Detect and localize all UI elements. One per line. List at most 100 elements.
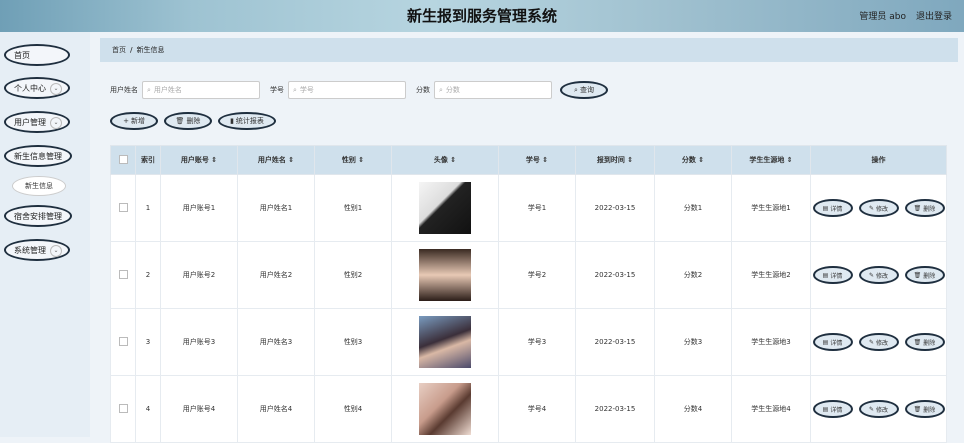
select-all-cell[interactable] [110, 145, 136, 175]
sort-icon: ⇕ [358, 156, 365, 164]
row-index: 1 [135, 174, 161, 242]
column-header-label: 头像 [433, 156, 448, 164]
column-header[interactable]: 用户账号 ⇕ [160, 145, 238, 175]
sidebar-item-personal-center[interactable]: 个人中心 ⌄ [4, 77, 70, 99]
delete-row-button[interactable]: 🗑 删除 [904, 333, 945, 351]
table-row[interactable]: 2 用户账号2 用户姓名2 性别2 学号2 2022-03-15 分数2 学生生… [110, 241, 947, 309]
report-button[interactable]: ▮ 统计报表 [218, 112, 276, 130]
logout-link[interactable]: 退出登录 [916, 9, 952, 22]
sort-icon: ⇕ [450, 156, 457, 164]
column-header[interactable]: 性别 ⇕ [314, 145, 392, 175]
delete-row-button[interactable]: 🗑 删除 [904, 266, 945, 284]
row-index: 3 [135, 308, 161, 376]
column-header[interactable]: 头像 ⇕ [391, 145, 499, 175]
search-placeholder: 用户姓名 [153, 86, 182, 94]
breadcrumb-home[interactable]: 首页 [112, 45, 126, 55]
row-checkbox[interactable] [118, 403, 128, 413]
column-header-label: 用户姓名 [257, 156, 286, 164]
sidebar-item-label: 系统管理 [14, 245, 46, 255]
pencil-icon: ✎ [868, 338, 874, 346]
column-header-label: 报到时间 [596, 156, 625, 164]
delete-row-button[interactable]: 🗑 删除 [904, 199, 945, 217]
row-score: 分数2 [654, 241, 732, 309]
avatar [419, 249, 471, 301]
row-report-time: 2022-03-15 [575, 174, 655, 242]
table-row[interactable]: 3 用户账号3 用户姓名3 性别3 学号3 2022-03-15 分数3 学生生… [110, 308, 947, 376]
column-header: 索引 [135, 145, 161, 175]
sidebar-item-dorm-management[interactable]: 宿舍安排管理 [4, 205, 72, 227]
column-header[interactable]: 学号 ⇕ [498, 145, 576, 175]
trash-icon: 🗑 [913, 271, 922, 279]
row-student-id: 学号3 [498, 308, 576, 376]
row-select-cell[interactable] [110, 308, 136, 376]
row-operations: ▤ 详情 ✎ 修改 🗑 删除 [810, 241, 947, 309]
search-icon: ⌕ [574, 85, 578, 94]
sidebar-item-home[interactable]: 首页 [4, 44, 70, 66]
column-header[interactable]: 用户姓名 ⇕ [237, 145, 315, 175]
search-input-score[interactable]: ⌕ 分数 [434, 81, 552, 99]
row-avatar-cell [391, 174, 499, 242]
delete-label: 删除 [923, 205, 936, 213]
row-checkbox[interactable] [118, 202, 128, 212]
sidebar-item-label: 新生信息管理 [14, 151, 62, 161]
column-header[interactable]: 报到时间 ⇕ [575, 145, 655, 175]
delete-button[interactable]: 🗑 删除 [164, 112, 212, 130]
delete-label: 删除 [923, 406, 936, 414]
search-placeholder: 分数 [445, 86, 460, 94]
sidebar-item-system-management[interactable]: 系统管理 ⌄ [4, 239, 70, 261]
select-all-checkbox[interactable] [118, 154, 128, 164]
delete-row-button[interactable]: 🗑 删除 [904, 400, 945, 418]
detail-button[interactable]: ▤ 详情 [812, 199, 853, 217]
column-header: 操作 [810, 145, 947, 175]
doc-icon: ▤ [822, 338, 829, 346]
search-input-sid[interactable]: ⌕ 学号 [288, 81, 406, 99]
sidebar-item-label: 首页 [14, 50, 30, 60]
column-header[interactable]: 学生生源地 ⇕ [731, 145, 811, 175]
row-operations: ▤ 详情 ✎ 修改 🗑 删除 [810, 308, 947, 376]
search-label-name: 用户姓名 [110, 86, 138, 94]
edit-button[interactable]: ✎ 修改 [858, 400, 899, 418]
row-checkbox[interactable] [118, 336, 128, 346]
column-header[interactable]: 分数 ⇕ [654, 145, 732, 175]
sidebar-subitem-student-info[interactable]: 新生信息 [12, 176, 66, 196]
doc-icon: ▤ [822, 405, 829, 413]
sort-icon: ⇕ [211, 156, 218, 164]
edit-label: 修改 [876, 205, 889, 213]
main-content: 首页 / 新生信息 用户姓名 ⌕ 用户姓名 学号 ⌕ 学号 分数 ⌕ 分数 ⌕ … [100, 38, 958, 443]
detail-button[interactable]: ▤ 详情 [812, 266, 853, 284]
row-gender: 性别1 [314, 174, 392, 242]
detail-button[interactable]: ▤ 详情 [812, 400, 853, 418]
row-select-cell[interactable] [110, 241, 136, 309]
sidebar: 首页 个人中心 ⌄ 用户管理 ⌄ 新生信息管理 新生信息 宿舍安排管理 系统管理… [0, 32, 90, 437]
avatar [419, 182, 471, 234]
trash-icon: 🗑 [913, 338, 922, 346]
edit-button[interactable]: ✎ 修改 [858, 199, 899, 217]
row-checkbox[interactable] [118, 269, 128, 279]
trash-icon: 🗑 [175, 117, 185, 125]
detail-button[interactable]: ▤ 详情 [812, 333, 853, 351]
row-report-time: 2022-03-15 [575, 241, 655, 309]
column-header-label: 学生生源地 [749, 156, 785, 164]
sidebar-item-student-info-management[interactable]: 新生信息管理 [4, 145, 72, 167]
query-button[interactable]: ⌕ 查询 [560, 81, 608, 99]
student-table: 索引 用户账号 ⇕ 用户姓名 ⇕ 性别 ⇕ 头像 ⇕ 学号 ⇕ 报到时间 ⇕ 分… [110, 145, 947, 443]
table-row[interactable]: 1 用户账号1 用户姓名1 性别1 学号1 2022-03-15 分数1 学生生… [110, 174, 947, 242]
row-gender: 性别2 [314, 241, 392, 309]
row-name: 用户姓名1 [237, 174, 315, 242]
breadcrumb-current: 新生信息 [136, 46, 165, 54]
table-row[interactable]: 4 用户账号4 用户姓名4 性别4 学号4 2022-03-15 分数4 学生生… [110, 375, 947, 443]
row-select-cell[interactable] [110, 174, 136, 242]
delete-label: 删除 [923, 339, 936, 347]
column-header-label: 分数 [681, 156, 696, 164]
edit-label: 修改 [876, 406, 889, 414]
sort-icon: ⇕ [698, 156, 705, 164]
sidebar-item-user-management[interactable]: 用户管理 ⌄ [4, 111, 70, 133]
edit-button[interactable]: ✎ 修改 [858, 266, 899, 284]
edit-button[interactable]: ✎ 修改 [858, 333, 899, 351]
search-input-name[interactable]: ⌕ 用户姓名 [142, 81, 260, 99]
add-button[interactable]: + 新增 [110, 112, 158, 130]
delete-label: 删除 [923, 272, 936, 280]
sidebar-item-label: 用户管理 [14, 117, 46, 127]
row-select-cell[interactable] [110, 375, 136, 443]
delete-label: 删除 [186, 117, 201, 125]
